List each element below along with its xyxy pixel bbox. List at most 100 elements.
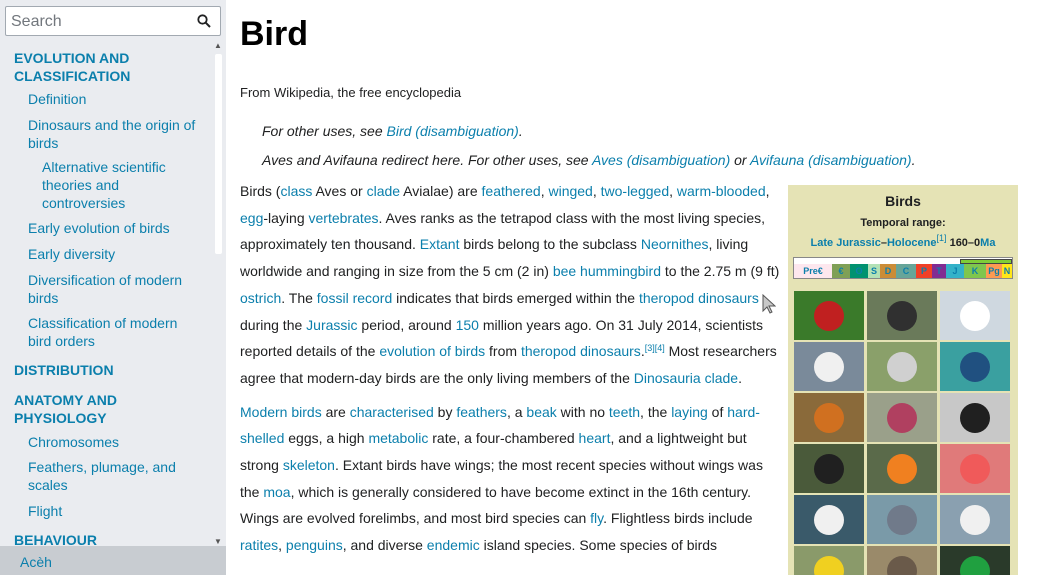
link-penguins[interactable]: penguins (286, 537, 343, 553)
ref-3-4[interactable]: [3][4] (645, 343, 665, 353)
link-endemic[interactable]: endemic (427, 537, 480, 553)
bird-thumbnail[interactable] (867, 495, 937, 544)
aves-disambiguation-link[interactable]: Aves (disambiguation) (592, 152, 730, 168)
toc-item-early-evolution[interactable]: Early evolution of birds (28, 219, 204, 237)
link-dinosauria-clade[interactable]: Dinosauria clade (634, 370, 738, 386)
bird-thumbnail[interactable] (794, 546, 864, 575)
scroll-down-icon[interactable]: ▼ (214, 538, 222, 546)
link-two-legged[interactable]: two-legged (601, 183, 670, 199)
bird-disambiguation-link[interactable]: Bird (disambiguation) (387, 123, 519, 139)
timescale-period[interactable]: P (916, 264, 932, 278)
scroll-thumb[interactable] (215, 54, 222, 254)
bird-figure (960, 352, 990, 382)
link-feathered[interactable]: feathered (482, 183, 541, 199)
link-vertebrates[interactable]: vertebrates (309, 210, 379, 226)
link-theropod-dinosaurs-2[interactable]: theropod dinosaurs (521, 343, 641, 359)
link-class[interactable]: class (280, 183, 312, 199)
link-bee-hummingbird[interactable]: bee hummingbird (553, 263, 661, 279)
link-150[interactable]: 150 (456, 317, 479, 333)
bird-thumbnail[interactable] (940, 546, 1010, 575)
toc-item-chromosomes[interactable]: Chromosomes (28, 433, 204, 451)
bird-thumbnail[interactable] (794, 291, 864, 340)
link-egg[interactable]: egg (240, 210, 263, 226)
toc-item-flight[interactable]: Flight (28, 502, 204, 520)
toc-item-alternative-theories[interactable]: Alternative scientific theories and cont… (42, 158, 192, 212)
toc-item-dinosaurs-origin[interactable]: Dinosaurs and the origin of birds (28, 116, 204, 152)
bird-thumbnail[interactable] (867, 393, 937, 442)
bird-thumbnail[interactable] (940, 495, 1010, 544)
link-jurassic[interactable]: Jurassic (306, 317, 357, 333)
toc-scrollbar[interactable]: ▲ ▼ (212, 42, 224, 546)
late-jurassic-link[interactable]: Late Jurassic (811, 237, 881, 249)
link-winged[interactable]: winged (548, 183, 592, 199)
language-link[interactable]: Acèh (20, 554, 52, 570)
timescale-period[interactable]: J (946, 264, 964, 278)
link-clade[interactable]: clade (367, 183, 400, 199)
link-modern-birds[interactable]: Modern birds (240, 404, 322, 420)
timescale-period[interactable]: C (896, 264, 916, 278)
bird-thumbnail[interactable] (794, 393, 864, 442)
link-fossil-record[interactable]: fossil record (317, 290, 392, 306)
timescale-period[interactable]: Pre€ (794, 264, 832, 278)
link-teeth[interactable]: teeth (609, 404, 640, 420)
bird-thumbnail[interactable] (794, 444, 864, 493)
toc-item-early-diversity[interactable]: Early diversity (28, 245, 204, 263)
toc-item-anatomy-physiology[interactable]: ANATOMY AND PHYSIOLOGY (14, 391, 164, 427)
toc-item-feathers[interactable]: Feathers, plumage, and scales (28, 458, 204, 494)
ma-link[interactable]: Ma (980, 237, 995, 249)
link-metabolic[interactable]: metabolic (368, 430, 428, 446)
link-moa[interactable]: moa (263, 484, 290, 500)
link-warm-blooded[interactable]: warm-blooded (677, 183, 766, 199)
toc-item-evolution-and-classification[interactable]: EVOLUTION AND CLASSIFICATION (14, 49, 204, 85)
link-feathers[interactable]: feathers (456, 404, 507, 420)
link-fly[interactable]: fly (590, 510, 603, 526)
link-theropod-dinosaurs[interactable]: theropod dinosaurs (639, 290, 759, 306)
link-extant[interactable]: Extant (420, 236, 460, 252)
timescale-period[interactable]: O (850, 264, 868, 278)
hatnote-text: . (518, 123, 523, 139)
bird-thumbnail[interactable] (794, 495, 864, 544)
bird-figure (814, 301, 844, 331)
timescale-period[interactable]: Pg (986, 264, 1002, 278)
toc-item-behaviour[interactable]: BEHAVIOUR (14, 531, 204, 546)
bird-thumbnail[interactable] (867, 546, 937, 575)
link-skeleton[interactable]: skeleton (283, 457, 335, 473)
timescale-period[interactable]: K (964, 264, 986, 278)
timescale-period[interactable]: S (868, 264, 880, 278)
bird-thumbnail[interactable] (940, 393, 1010, 442)
link-ratites[interactable]: ratites (240, 537, 278, 553)
search-icon[interactable] (197, 14, 211, 28)
bird-thumbnail[interactable] (940, 291, 1010, 340)
link-heart[interactable]: heart (579, 430, 611, 446)
bird-thumbnail[interactable] (940, 444, 1010, 493)
bird-thumbnail[interactable] (940, 342, 1010, 391)
link-evolution-of-birds[interactable]: evolution of birds (379, 343, 485, 359)
bird-thumbnail[interactable] (867, 444, 937, 493)
timescale-period[interactable]: D (880, 264, 896, 278)
toc-item-diversification[interactable]: Diversification of modern birds (28, 271, 204, 307)
search-box[interactable] (5, 6, 221, 36)
hatnote-text: or (730, 152, 750, 168)
hatnote-aves: Aves and Avifauna redirect here. For oth… (262, 152, 915, 168)
link-beak[interactable]: beak (526, 404, 556, 420)
hatnote-text: For other uses, see (262, 123, 387, 139)
holocene-link[interactable]: Holocene (887, 237, 937, 249)
ref-1[interactable]: [1] (937, 233, 947, 243)
link-ostrich[interactable]: ostrich (240, 290, 281, 306)
link-neornithes[interactable]: Neornithes (641, 236, 709, 252)
bird-thumbnail[interactable] (794, 342, 864, 391)
timescale-period[interactable]: € (832, 264, 850, 278)
search-input[interactable] (11, 12, 191, 32)
timescale-period[interactable]: T (932, 264, 946, 278)
article-body: Birds (class Aves or clade Avialae) are … (240, 178, 780, 566)
toc-item-distribution[interactable]: DISTRIBUTION (14, 361, 204, 379)
avifauna-disambiguation-link[interactable]: Avifauna (disambiguation) (750, 152, 912, 168)
scroll-up-icon[interactable]: ▲ (214, 42, 222, 50)
link-laying[interactable]: laying (671, 404, 708, 420)
bird-thumbnail[interactable] (867, 342, 937, 391)
bird-thumbnail[interactable] (867, 291, 937, 340)
toc-item-definition[interactable]: Definition (28, 90, 204, 108)
link-characterised[interactable]: characterised (350, 404, 434, 420)
timescale-period[interactable]: N (1002, 264, 1012, 278)
toc-item-classification-orders[interactable]: Classification of modern bird orders (28, 314, 204, 350)
